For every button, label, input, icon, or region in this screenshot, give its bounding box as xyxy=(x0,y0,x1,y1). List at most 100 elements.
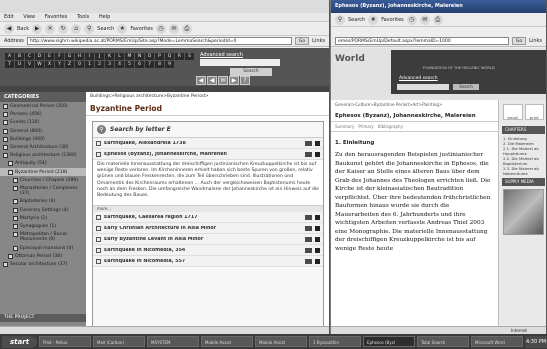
letter-link[interactable]: P xyxy=(155,53,164,60)
letter-link[interactable]: 5 xyxy=(125,61,134,68)
image-icon[interactable] xyxy=(305,258,312,264)
sidebar-item[interactable]: Churches / Chapels (289) xyxy=(0,176,86,184)
taskbar-item[interactable]: Mail (Carbon) xyxy=(93,336,146,347)
expand-box-icon[interactable] xyxy=(13,177,18,183)
expand-box-icon[interactable] xyxy=(3,128,8,134)
expand-box-icon[interactable] xyxy=(3,136,8,142)
refresh-icon[interactable]: ↻ xyxy=(58,23,69,34)
sidebar-item[interactable]: Religious architecture (2300) xyxy=(0,151,86,159)
chapter-link[interactable]: 2.1. Die Malerei ab Haupträume xyxy=(500,146,546,156)
letter-link[interactable]: Y xyxy=(55,61,64,68)
letter-link[interactable]: 6 xyxy=(135,61,144,68)
letter-link[interactable]: L xyxy=(115,53,124,60)
entry-title[interactable]: Earthquake, Alexandreia 1738 xyxy=(104,141,302,146)
letter-link[interactable]: J xyxy=(95,53,104,60)
sidebar-item[interactable]: Secular architecture (37) xyxy=(0,260,86,268)
expand-icon[interactable] xyxy=(96,236,101,242)
article-breadcrumb[interactable]: General>Culture>Byzantine Period>Art>Pai… xyxy=(331,100,498,110)
right-favorites-icon[interactable]: ★ xyxy=(368,14,379,25)
expand-box-icon[interactable] xyxy=(8,161,13,167)
document-icon[interactable] xyxy=(315,214,320,220)
document-icon[interactable] xyxy=(315,151,320,157)
sidebar-item[interactable]: Ottoman Period (38) xyxy=(0,252,86,260)
sidebar-item[interactable]: General (800) xyxy=(0,127,86,135)
taskbar-item[interactable]: Pilot - Pollux xyxy=(39,336,92,347)
sidebar-item[interactable]: Byzantine Period (218) xyxy=(0,167,86,176)
entry-row[interactable]: Earthquake in Nicomedia, 557 xyxy=(93,256,323,267)
right-search-label[interactable]: Search xyxy=(348,17,365,23)
left-links-label[interactable]: Links xyxy=(312,38,325,44)
document-icon[interactable] xyxy=(315,258,320,264)
sidebar-item[interactable]: Episcopal mansions (4) xyxy=(0,244,86,252)
letter-link[interactable]: K xyxy=(105,53,114,60)
entry-row[interactable]: Ephesos (Byzanz), Johanneskirche, Mahren… xyxy=(93,149,323,160)
letter-link[interactable]: T xyxy=(5,61,14,68)
letter-link[interactable]: E xyxy=(45,53,54,60)
letter-link[interactable]: M xyxy=(125,53,134,60)
start-button[interactable]: start xyxy=(2,335,38,348)
expand-box-icon[interactable] xyxy=(3,153,8,159)
entry-row[interactable]: Earthquake, Alexandreia 1738 xyxy=(93,138,323,149)
expand-box-icon[interactable] xyxy=(13,224,18,230)
right-search-button[interactable]: Search xyxy=(453,84,479,90)
nav-help-icon[interactable]: ? xyxy=(240,76,250,85)
letter-link[interactable]: X xyxy=(45,61,54,68)
image-icon[interactable] xyxy=(305,151,312,157)
taskbar-item[interactable]: Mobile Assist xyxy=(201,336,254,347)
letter-link[interactable]: R xyxy=(175,53,184,60)
favorites-icon[interactable]: ★ xyxy=(117,23,128,34)
image-icon[interactable] xyxy=(305,236,312,242)
expand-icon[interactable] xyxy=(96,225,101,231)
letter-link[interactable]: 1 xyxy=(85,61,94,68)
nav-back-icon[interactable]: ◀ xyxy=(196,76,206,85)
print-button[interactable]: print xyxy=(524,104,544,120)
right-go-button[interactable]: Go xyxy=(511,37,527,45)
left-go-button[interactable]: Go xyxy=(294,37,310,45)
letter-link[interactable]: Q xyxy=(165,53,174,60)
entry-title[interactable]: Earthquake in Nicomedia, 557 xyxy=(104,259,302,264)
entry-title[interactable]: Early Christian Architecture in Asia Min… xyxy=(104,226,302,231)
site-logo-world[interactable]: World xyxy=(335,54,365,64)
breadcrumb[interactable]: Buildings>Religious architecture>Byzanti… xyxy=(86,92,329,102)
letter-link[interactable]: A xyxy=(5,53,14,60)
entry-row[interactable]: Earthquake in Nicomedia, 354 xyxy=(93,245,323,256)
entry-title[interactable]: Earthquake, Caesarea region 1717 xyxy=(104,215,302,220)
stop-icon[interactable]: ✕ xyxy=(45,23,56,34)
letter-link[interactable]: H xyxy=(75,53,84,60)
taskbar-item[interactable]: MSYSTEM xyxy=(147,336,200,347)
letter-link[interactable]: G xyxy=(65,53,74,60)
sidebar-item[interactable]: Martyria (2) xyxy=(0,214,86,222)
sidebar-item[interactable]: Baptisteries (4) xyxy=(0,197,86,205)
letter-link[interactable]: Z xyxy=(65,61,74,68)
advanced-search-link[interactable]: Advanced search xyxy=(200,52,243,58)
entry-title[interactable]: Early Byzantine Levant in Asia Minor xyxy=(104,237,302,242)
tab-primary[interactable]: Primary xyxy=(358,124,373,129)
site-search-button[interactable]: Search xyxy=(230,68,272,76)
right-advanced-search-link[interactable]: Advanced search xyxy=(399,76,438,81)
right-address-field[interactable]: emes/PORMS/EmUp/Default.aspx?lemmaID=100… xyxy=(335,37,509,45)
site-search-input[interactable] xyxy=(200,59,280,66)
entry-title[interactable]: Ephesos (Byzanz), Johanneskirche, Mahren… xyxy=(104,152,302,157)
menu-edit[interactable]: Edit xyxy=(4,14,14,20)
letter-link[interactable]: V xyxy=(25,61,34,68)
sidebar-item[interactable]: Metropolitan / Burial Monuments (9) xyxy=(0,230,86,243)
menu-favorites[interactable]: Favorites xyxy=(45,14,68,20)
media-thumbnail[interactable] xyxy=(503,189,544,235)
back-button[interactable]: ◀ xyxy=(4,23,14,34)
expand-icon[interactable] xyxy=(96,214,101,220)
sidebar-item[interactable]: General Architecture (30) xyxy=(0,143,86,151)
right-print-icon[interactable]: ⎙ xyxy=(432,14,443,25)
document-icon[interactable] xyxy=(315,225,320,231)
mail-icon[interactable]: ✉ xyxy=(168,23,179,34)
entry-row[interactable]: Earthquake, Caesarea region 1717 xyxy=(93,212,323,223)
entry-row[interactable]: Early Byzantine Levant in Asia Minor xyxy=(93,234,323,245)
menu-help[interactable]: Help xyxy=(99,14,110,20)
taskbar-item[interactable]: Mobile Assist xyxy=(255,336,308,347)
right-history-icon[interactable]: ◷ xyxy=(406,14,417,25)
expand-icon[interactable] xyxy=(96,151,101,157)
nav-back2-icon[interactable]: ◀ xyxy=(207,76,217,85)
expand-box-icon[interactable] xyxy=(13,186,18,192)
expand-box-icon[interactable] xyxy=(3,112,8,118)
letter-link[interactable]: 7 xyxy=(145,61,154,68)
tab-bibliography[interactable]: Bibliography xyxy=(378,124,403,129)
